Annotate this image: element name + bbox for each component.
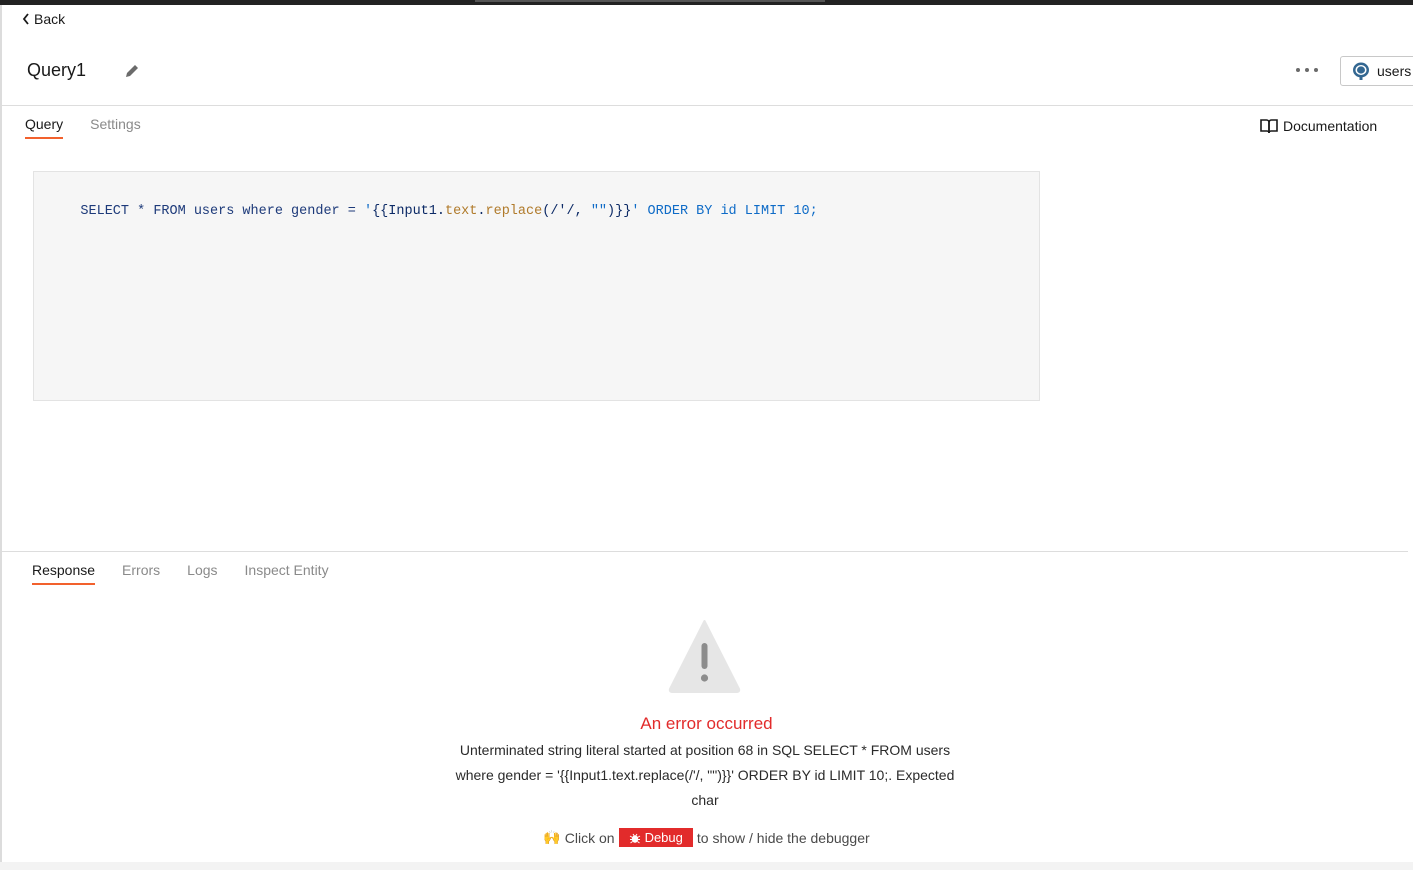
response-tabs: Response Errors Logs Inspect Entity [32, 562, 329, 585]
code-token: replace [485, 204, 543, 219]
debug-button[interactable]: Debug [618, 828, 693, 847]
tab-settings[interactable]: Settings [90, 116, 141, 139]
bug-icon [629, 833, 640, 843]
book-icon [1260, 119, 1278, 134]
code-token: "" [590, 204, 608, 219]
code-token: text [444, 204, 478, 219]
documentation-link[interactable]: Documentation [1260, 118, 1377, 134]
pencil-icon[interactable] [124, 63, 140, 79]
left-border [0, 5, 2, 870]
debugger-hint: 🙌 Click on Debug to show / hide the debu… [0, 828, 1413, 847]
response-divider[interactable] [2, 551, 1408, 552]
error-message: Unterminated string literal started at p… [455, 742, 955, 808]
sql-code: SELECT * FROM users where gender = '{{In… [48, 185, 818, 239]
datasource-button[interactable]: users [1340, 56, 1413, 86]
back-link[interactable]: Back [22, 11, 65, 27]
tab-errors[interactable]: Errors [122, 562, 160, 585]
code-token: ' ORDER BY id LIMIT 10; [631, 204, 818, 219]
hint-suffix: to show / hide the debugger [696, 829, 870, 846]
query-title[interactable]: Query1 [27, 60, 86, 81]
tab-response[interactable]: Response [32, 562, 96, 585]
header-divider [2, 105, 1413, 106]
chevron-left-icon [22, 13, 29, 25]
hint-prefix: Click on [564, 829, 615, 846]
warning-icon [668, 620, 741, 693]
code-token: (/'/, [542, 204, 591, 219]
tab-query[interactable]: Query [25, 116, 64, 139]
code-token: SELECT * FROM users where gender = [80, 204, 364, 219]
top-bar-highlight [475, 0, 825, 2]
postgres-icon [1353, 62, 1369, 80]
code-token: Input1. [388, 204, 445, 219]
more-options-icon[interactable] [1296, 62, 1318, 78]
sql-editor[interactable]: SELECT * FROM users where gender = '{{In… [33, 171, 1040, 401]
hint-emoji: 🙌 [543, 829, 561, 845]
tab-logs[interactable]: Logs [187, 562, 217, 585]
datasource-label: users [1377, 63, 1412, 79]
back-label: Back [34, 11, 66, 27]
query-tabs: Query Settings [25, 116, 141, 139]
code-token: ' [363, 204, 373, 219]
debug-label: Debug [644, 830, 683, 845]
code-token: {{ [372, 204, 389, 219]
error-title: An error occurred [640, 714, 773, 733]
code-token: . [477, 204, 486, 219]
code-token: )}} [607, 204, 632, 219]
documentation-label: Documentation [1283, 118, 1378, 134]
tab-inspect-entity[interactable]: Inspect Entity [245, 562, 329, 585]
bottom-edge [0, 862, 1413, 870]
